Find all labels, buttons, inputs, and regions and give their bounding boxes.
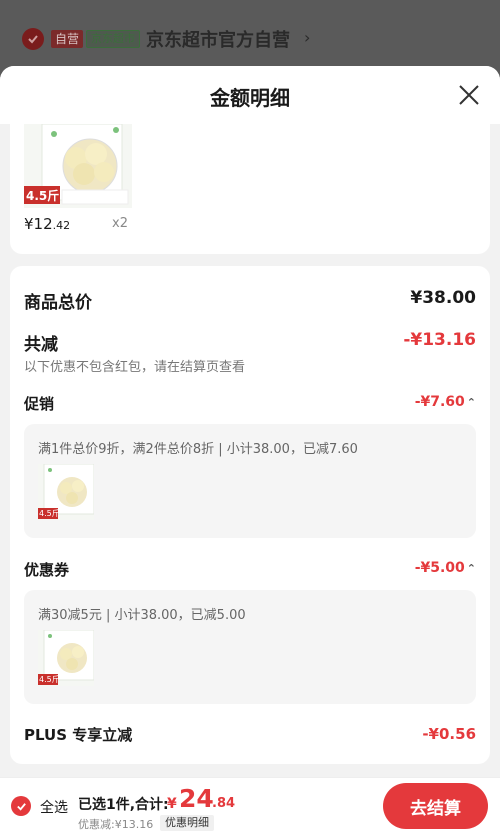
promo-toggle[interactable]: -¥7.60 ⌃ (415, 394, 476, 410)
product-image[interactable]: 4.5斤 (24, 124, 132, 208)
product-card: 4.5斤 ¥12.42 x2 (10, 124, 490, 254)
weight-tag: 4.5斤 (39, 675, 60, 684)
summary-card: 商品总价 ¥38.00 共减 -¥13.16 以下优惠不包含红包，请在结算页查看… (10, 266, 490, 764)
promo-value: -¥7.60 (414, 394, 465, 410)
amount-detail-panel: 金额明细 4.5斤 ¥12.42 x2 商品总价 ¥38.00 共减 -¥13.… (0, 66, 500, 833)
supermarket-badge: 京东超市 (86, 30, 140, 48)
close-icon[interactable] (458, 84, 480, 106)
panel-header: 金额明细 (0, 66, 500, 124)
price-dec: .42 (52, 219, 71, 232)
select-all-label[interactable]: 全选 (40, 797, 68, 817)
reduce-note: 以下优惠不包含红包，请在结算页查看 (24, 360, 246, 375)
total-price-value: ¥38.00 (410, 288, 476, 308)
discount-detail-button[interactable]: 优惠明细 (160, 815, 214, 831)
product-price: ¥12.42 (24, 215, 70, 233)
checkout-bar: 全选 已选1件,合计: ¥ 24 .84 优惠减:¥13.16 优惠明细 去结算 (0, 777, 500, 833)
price-int: 12 (33, 215, 53, 233)
coupon-label: 优惠券 (24, 561, 70, 579)
weight-tag: 4.5斤 (39, 509, 60, 518)
price-symbol: ¥ (24, 215, 34, 233)
select-all-checkbox[interactable] (11, 796, 31, 816)
shop-check-icon[interactable] (22, 28, 44, 50)
checkmark-icon (16, 802, 26, 811)
coupon-detail-text: 满30减5元 | 小计38.00，已减5.00 (38, 608, 246, 623)
promo-label: 促销 (24, 395, 55, 413)
coupon-toggle[interactable]: -¥5.00 ⌃ (415, 560, 476, 576)
total-currency: ¥ (167, 796, 177, 812)
total-reduce-value: -¥13.16 (403, 330, 476, 350)
chevron-up-icon: ⌃ (466, 396, 476, 409)
promo-product-thumbnail[interactable]: 4.5斤 (38, 464, 94, 520)
promo-detail-box: 满1件总价9折，满2件总价8折 | 小计38.00，已减7.60 4.5斤 (24, 424, 476, 538)
product-quantity: x2 (112, 216, 128, 231)
discount-summary: 优惠减:¥13.16 (78, 818, 154, 831)
shop-name[interactable]: 京东超市官方自营 (146, 26, 290, 52)
plus-discount-value: -¥0.56 (422, 725, 476, 743)
total-price-label: 商品总价 (24, 293, 92, 313)
selected-info: 已选1件,合计: (78, 797, 169, 813)
checkout-button[interactable]: 去结算 (383, 783, 488, 829)
coupon-value: -¥5.00 (414, 560, 465, 576)
plus-discount-label: PLUS 专享立减 (24, 726, 133, 744)
promo-detail-text: 满1件总价9折，满2件总价8折 | 小计38.00，已减7.60 (38, 442, 358, 457)
ziying-badge: 自营 (51, 30, 84, 48)
total-amount-int: 24 (179, 784, 214, 813)
weight-tag: 4.5斤 (26, 189, 60, 203)
coupon-product-thumbnail[interactable]: 4.5斤 (38, 630, 94, 686)
coupon-detail-box: 满30减5元 | 小计38.00，已减5.00 4.5斤 (24, 590, 476, 704)
panel-title: 金额明细 (210, 86, 290, 110)
total-reduce-label: 共减 (24, 335, 58, 355)
total-amount-dec: .84 (212, 796, 236, 811)
chevron-up-icon: ⌃ (466, 562, 476, 575)
chevron-right-icon[interactable]: › (304, 28, 310, 47)
checkmark-icon (28, 35, 38, 44)
